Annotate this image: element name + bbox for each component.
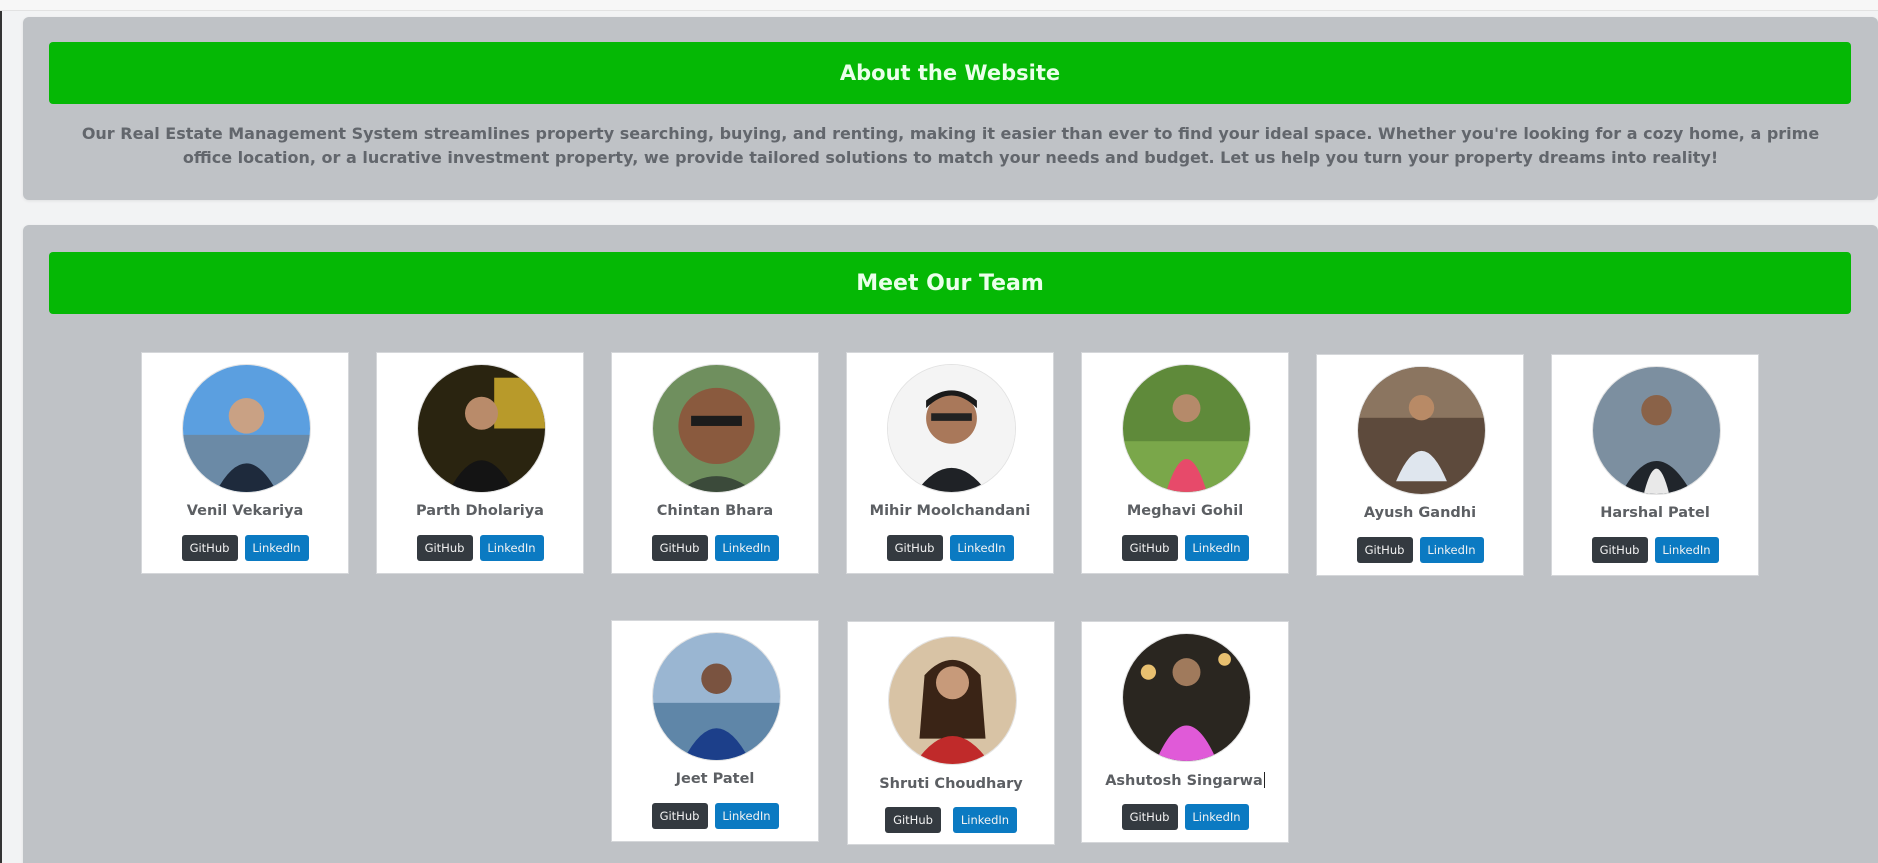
member-name: Meghavi Gohil (1126, 503, 1244, 519)
member-photo (1357, 366, 1486, 495)
linkedin-button[interactable]: LinkedIn (714, 535, 779, 561)
team-card: Mihir Moolchandani GitHub LinkedIn (846, 352, 1054, 574)
member-name: Harshal Patel (1600, 505, 1710, 521)
github-button[interactable]: GitHub (1591, 537, 1648, 563)
github-button[interactable]: GitHub (1121, 535, 1178, 561)
github-button[interactable]: GitHub (885, 807, 941, 833)
linkedin-button[interactable]: LinkedIn (714, 803, 779, 829)
team-card: Meghavi Gohil GitHub LinkedIn (1081, 352, 1289, 574)
about-description: Our Real Estate Management System stream… (81, 124, 1820, 167)
member-photo (1122, 633, 1251, 762)
team-card: Shruti Choudhary GitHub LinkedIn (847, 621, 1055, 845)
member-name-text: Ashutosh Singarwa (1105, 773, 1263, 789)
window-edge (0, 0, 2, 863)
github-button[interactable]: GitHub (651, 535, 708, 561)
member-name: Mihir Moolchandani (869, 503, 1031, 519)
member-photo (1122, 364, 1251, 493)
team-card: Jeet Patel GitHub LinkedIn (611, 620, 819, 842)
member-photo (887, 364, 1016, 493)
linkedin-button[interactable]: LinkedIn (1184, 535, 1249, 561)
linkedin-button[interactable]: LinkedIn (953, 807, 1017, 833)
github-button[interactable]: GitHub (886, 535, 943, 561)
team-card: Ayush Gandhi GitHub LinkedIn (1316, 354, 1524, 576)
member-photo (652, 632, 781, 761)
member-name: Ashutosh Singarwa (1082, 772, 1288, 789)
github-button[interactable]: GitHub (1356, 537, 1413, 563)
member-photo (652, 364, 781, 493)
team-card: Chintan Bhara GitHub LinkedIn (611, 352, 819, 574)
top-strip (0, 0, 1878, 11)
about-section: About the Website Our Real Estate Manage… (23, 17, 1878, 200)
linkedin-button[interactable]: LinkedIn (1419, 537, 1484, 563)
linkedin-button[interactable]: LinkedIn (1654, 537, 1719, 563)
member-name: Shruti Choudhary (879, 776, 1023, 792)
member-name: Chintan Bhara (656, 503, 774, 519)
linkedin-button[interactable]: LinkedIn (1184, 804, 1249, 830)
github-button[interactable]: GitHub (651, 803, 708, 829)
member-name: Jeet Patel (675, 771, 755, 787)
page: About the Website Our Real Estate Manage… (0, 0, 1878, 863)
team-title: Meet Our Team (49, 252, 1851, 314)
github-button[interactable]: GitHub (1121, 804, 1178, 830)
team-card: Parth Dholariya GitHub LinkedIn (376, 352, 584, 574)
team-card: Ashutosh Singarwa GitHub LinkedIn (1081, 621, 1289, 843)
linkedin-button[interactable]: LinkedIn (949, 535, 1014, 561)
about-title: About the Website (49, 42, 1851, 104)
member-name: Venil Vekariya (186, 503, 304, 519)
member-name: Ayush Gandhi (1363, 505, 1477, 521)
member-photo (182, 364, 311, 493)
text-caret (1263, 772, 1265, 788)
team-card: Venil Vekariya GitHub LinkedIn (141, 352, 349, 574)
member-photo (888, 636, 1017, 765)
member-photo (1592, 366, 1721, 495)
member-name: Parth Dholariya (416, 503, 544, 519)
linkedin-button[interactable]: LinkedIn (479, 535, 544, 561)
team-card: Harshal Patel GitHub LinkedIn (1551, 354, 1759, 576)
member-photo (417, 364, 546, 493)
team-section: Meet Our Team Venil Vekariya GitHub Link… (23, 225, 1878, 863)
github-button[interactable]: GitHub (416, 535, 473, 561)
linkedin-button[interactable]: LinkedIn (244, 535, 309, 561)
github-button[interactable]: GitHub (181, 535, 238, 561)
